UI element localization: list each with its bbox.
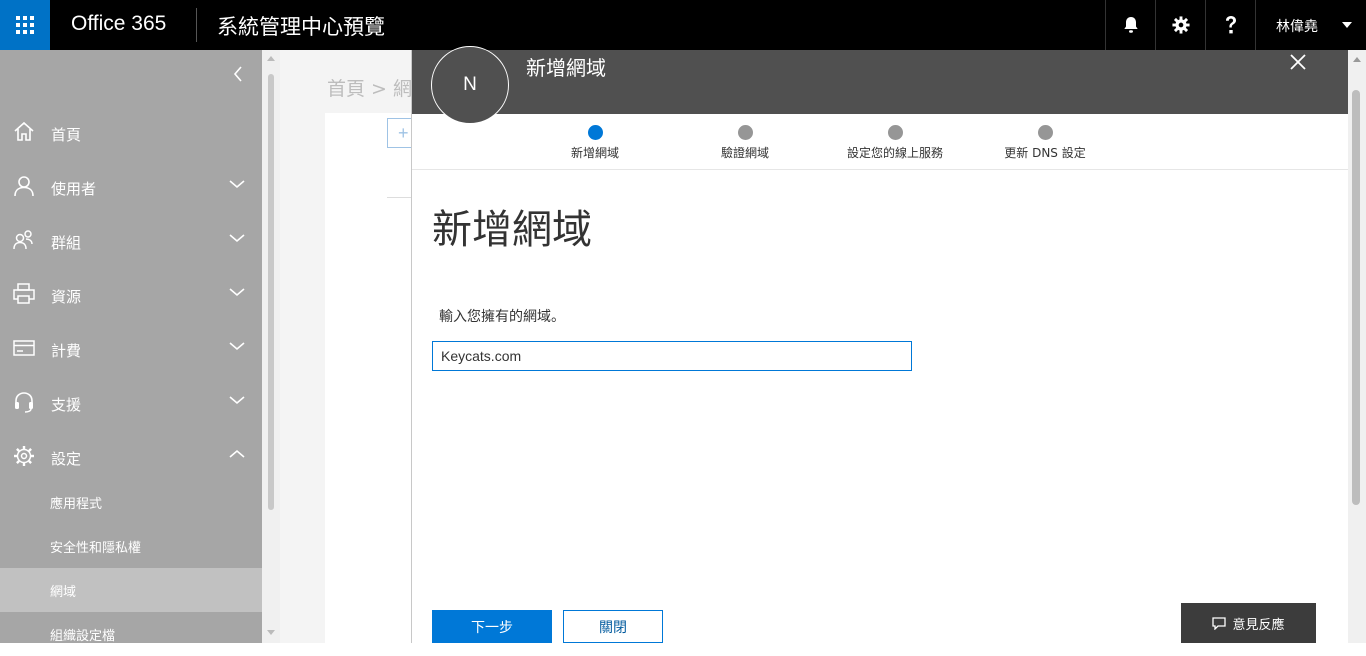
sidebar-item-home[interactable]: 首頁 xyxy=(0,104,262,158)
scroll-up-arrow-icon[interactable] xyxy=(1353,57,1361,62)
printer-icon xyxy=(13,283,35,304)
user-name[interactable]: 林偉堯 xyxy=(1276,16,1318,36)
step-label: 設定您的線上服務 xyxy=(846,146,943,160)
chevron-down-icon xyxy=(229,288,245,297)
help-icon xyxy=(1226,16,1236,34)
waffle-icon xyxy=(16,16,34,34)
comment-icon xyxy=(1212,616,1227,630)
step-add-domain: 新增網域 xyxy=(525,125,665,161)
domain-input[interactable] xyxy=(432,341,912,371)
close-icon[interactable] xyxy=(1288,52,1308,72)
caret-down-icon xyxy=(1342,22,1352,28)
scroll-down-arrow-icon[interactable] xyxy=(267,630,275,635)
sidebar-item-resources[interactable]: 資源 xyxy=(0,266,262,320)
settings-button[interactable] xyxy=(1155,0,1206,50)
avatar-initial: N xyxy=(463,74,477,95)
admin-center-title: 系統管理中心預覽 xyxy=(217,15,385,39)
chevron-up-icon xyxy=(229,449,245,458)
top-bar: Office 365 系統管理中心預覽 林偉堯 xyxy=(0,0,1366,50)
step-indicator xyxy=(737,125,753,140)
sidebar-item-label: 首頁 xyxy=(51,126,82,144)
sidebar-item-label: 群組 xyxy=(51,234,82,252)
step-indicator xyxy=(1037,125,1053,140)
gear-icon xyxy=(1172,16,1190,34)
chevron-down-icon xyxy=(229,396,245,405)
breadcrumb: 首頁 > 網域 xyxy=(327,78,411,100)
step-label: 更新 DNS 設定 xyxy=(1004,146,1086,160)
add-domain-button-behind: + xyxy=(387,118,411,148)
step-label: 驗證網域 xyxy=(720,146,769,160)
topbar-divider xyxy=(196,8,197,42)
avatar: N xyxy=(431,46,509,124)
bell-icon xyxy=(1124,17,1138,33)
sidebar-item-support[interactable]: 支援 xyxy=(0,374,262,428)
step-indicator xyxy=(587,125,603,140)
sidebar-subitem-domains[interactable]: 網域 xyxy=(0,568,262,612)
app-name[interactable]: Office 365 xyxy=(71,12,166,36)
sidebar-item-label: 支援 xyxy=(51,396,82,414)
sidebar-subitem-security-privacy[interactable]: 安全性和隱私權 xyxy=(0,524,262,568)
sidebar: 首頁 使用者 群組 資源 計費 支援 設定 應用程式 安全性和隱私權 網域 組織… xyxy=(0,50,262,644)
sidebar-item-billing[interactable]: 計費 xyxy=(0,320,262,374)
close-button[interactable]: 關閉 xyxy=(563,610,663,643)
page-scrollbar[interactable] xyxy=(262,50,280,643)
panel-title: 新增網域 xyxy=(526,56,606,80)
sidebar-subitem-label: 安全性和隱私權 xyxy=(50,541,142,556)
sidebar-subitem-apps[interactable]: 應用程式 xyxy=(0,480,262,524)
chevron-down-icon xyxy=(229,180,245,189)
credit-card-icon xyxy=(13,340,35,356)
next-button[interactable]: 下一步 xyxy=(432,610,552,643)
step-indicator xyxy=(887,125,903,140)
chevron-down-icon xyxy=(229,342,245,351)
sidebar-item-label: 資源 xyxy=(51,288,82,306)
sidebar-item-label: 計費 xyxy=(51,342,82,360)
panel-header: 新增網域 xyxy=(412,50,1348,114)
scrollbar-thumb[interactable] xyxy=(1352,90,1360,505)
sidebar-subitem-org-profile[interactable]: 組織設定檔 xyxy=(0,612,262,656)
chevron-left-icon[interactable] xyxy=(228,64,248,84)
page-title: 新增網域 xyxy=(432,207,592,253)
step-setup-services: 設定您的線上服務 xyxy=(825,125,965,161)
notifications-button[interactable] xyxy=(1105,0,1156,50)
sidebar-item-settings[interactable]: 設定 xyxy=(0,428,262,482)
sidebar-item-label: 使用者 xyxy=(51,180,97,198)
divider xyxy=(387,197,411,198)
sidebar-subitem-label: 網域 xyxy=(50,585,77,600)
add-domain-panel: 新增網域 N 新增網域 驗證網域 設定您的線上服務 更新 DNS 設定 新增網域… xyxy=(411,46,1348,643)
feedback-button[interactable]: 意見反應 xyxy=(1181,603,1316,643)
step-label: 新增網域 xyxy=(570,146,619,160)
user-icon xyxy=(14,176,34,197)
app-launcher-button[interactable] xyxy=(0,0,50,50)
sidebar-item-label: 設定 xyxy=(51,450,82,468)
panel-scrollbar[interactable] xyxy=(1348,50,1366,643)
group-icon xyxy=(13,230,33,250)
steps-divider xyxy=(412,169,1348,170)
chevron-down-icon xyxy=(229,234,245,243)
sidebar-subitem-label: 應用程式 xyxy=(50,497,103,512)
headset-icon xyxy=(15,392,33,413)
feedback-label: 意見反應 xyxy=(1232,617,1285,633)
scrollbar-thumb[interactable] xyxy=(268,74,274,510)
sidebar-item-groups[interactable]: 群組 xyxy=(0,212,262,266)
step-verify-domain: 驗證網域 xyxy=(675,125,815,161)
background-card xyxy=(325,113,411,643)
gear-icon xyxy=(14,446,34,466)
home-icon xyxy=(14,121,34,141)
instructions-text: 輸入您擁有的網域。 xyxy=(439,309,565,325)
scroll-up-arrow-icon[interactable] xyxy=(267,56,275,61)
help-button[interactable] xyxy=(1205,0,1256,50)
step-update-dns: 更新 DNS 設定 xyxy=(975,125,1115,161)
sidebar-subitem-label: 組織設定檔 xyxy=(50,629,116,644)
sidebar-item-users[interactable]: 使用者 xyxy=(0,158,262,212)
